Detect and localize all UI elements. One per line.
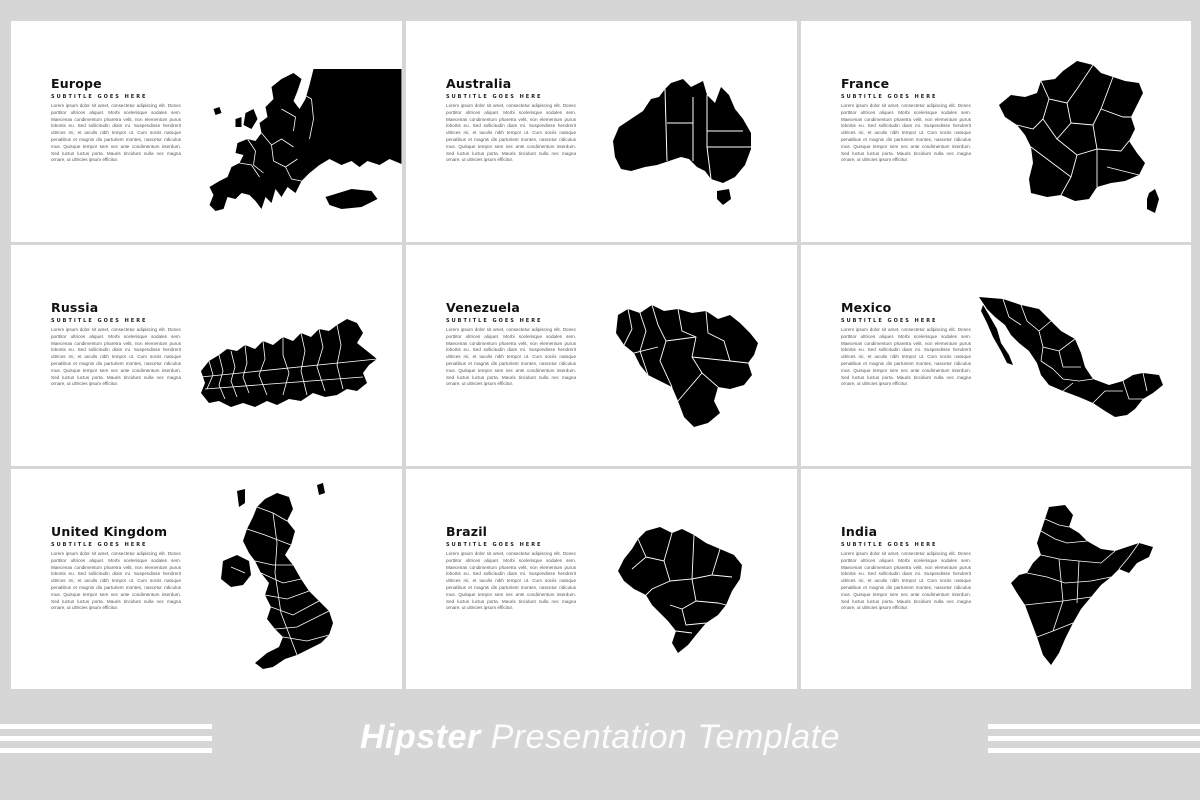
mexico-map-icon [977,295,1167,425]
india-map-icon [1007,503,1157,669]
slide-russia[interactable]: Russia SUBTITLE GOES HERE Lorem ipsum do… [11,245,402,466]
slide-title: Mexico [841,300,892,315]
slide-subtitle: SUBTITLE GOES HERE [446,318,543,324]
australia-map-icon [611,75,756,207]
slide-title: France [841,76,890,91]
slide-text-block: Venezuela SUBTITLE GOES HERE Lorem ipsum… [446,301,576,388]
slide-text-block: Russia SUBTITLE GOES HERE Lorem ipsum do… [51,301,181,388]
footer-banner: Hipster Presentation Template [0,690,1200,800]
slide-brazil[interactable]: Brazil SUBTITLE GOES HERE Lorem ipsum do… [406,469,797,689]
slide-text-block: United Kingdom SUBTITLE GOES HERE Lorem … [51,525,181,612]
decorative-stripes-right [988,724,1200,754]
slide-body-text: Lorem ipsum dolor sit amet, consectetur … [51,327,181,387]
slide-subtitle: SUBTITLE GOES HERE [841,94,938,100]
slide-title: India [841,524,878,539]
slide-title: Russia [51,300,99,315]
slide-title: Europe [51,76,102,91]
slide-body-text: Lorem ipsum dolor sit amet, consectetur … [51,103,181,163]
slide-france[interactable]: France SUBTITLE GOES HERE Lorem ipsum do… [801,21,1191,242]
slide-subtitle: SUBTITLE GOES HERE [841,542,938,548]
slide-body-text: Lorem ipsum dolor sit amet, consectetur … [446,103,576,163]
slide-title: Brazil [446,524,488,539]
slide-australia[interactable]: Australia SUBTITLE GOES HERE Lorem ipsum… [406,21,797,242]
france-map-icon [997,59,1163,217]
slide-subtitle: SUBTITLE GOES HERE [51,318,148,324]
slide-title: United Kingdom [51,524,168,539]
venezuela-map-icon [612,301,762,429]
slide-text-block: Brazil SUBTITLE GOES HERE Lorem ipsum do… [446,525,576,612]
slide-text-block: France SUBTITLE GOES HERE Lorem ipsum do… [841,77,971,164]
united-kingdom-map-icon [217,483,347,679]
slide-body-text: Lorem ipsum dolor sit amet, consectetur … [446,551,576,611]
slide-subtitle: SUBTITLE GOES HERE [446,94,543,100]
slide-venezuela[interactable]: Venezuela SUBTITLE GOES HERE Lorem ipsum… [406,245,797,466]
slide-text-block: Australia SUBTITLE GOES HERE Lorem ipsum… [446,77,576,164]
slide-text-block: Mexico SUBTITLE GOES HERE Lorem ipsum do… [841,301,971,388]
slide-mexico[interactable]: Mexico SUBTITLE GOES HERE Lorem ipsum do… [801,245,1191,466]
slide-united-kingdom[interactable]: United Kingdom SUBTITLE GOES HERE Lorem … [11,469,402,689]
slide-subtitle: SUBTITLE GOES HERE [51,94,148,100]
slide-subtitle: SUBTITLE GOES HERE [446,542,543,548]
slide-europe[interactable]: Europe SUBTITLE GOES HERE Lorem ipsum do… [11,21,402,242]
slide-body-text: Lorem ipsum dolor sit amet, consectetur … [841,551,971,611]
brazil-map-icon [616,525,746,655]
footer-title-strong: Hipster [359,718,481,756]
slide-body-text: Lorem ipsum dolor sit amet, consectetur … [841,327,971,387]
slide-body-text: Lorem ipsum dolor sit amet, consectetur … [51,551,181,611]
russia-map-icon [197,315,379,411]
slide-title: Venezuela [446,300,521,315]
europe-map-icon [201,69,402,217]
slide-subtitle: SUBTITLE GOES HERE [51,542,148,548]
slide-body-text: Lorem ipsum dolor sit amet, consectetur … [446,327,576,387]
slide-text-block: Europe SUBTITLE GOES HERE Lorem ipsum do… [51,77,181,164]
slide-body-text: Lorem ipsum dolor sit amet, consectetur … [841,103,971,163]
slide-india[interactable]: India SUBTITLE GOES HERE Lorem ipsum dol… [801,469,1191,689]
slide-grid: Europe SUBTITLE GOES HERE Lorem ipsum do… [11,21,1191,689]
slide-subtitle: SUBTITLE GOES HERE [841,318,938,324]
slide-title: Australia [446,76,512,91]
footer-title-light: Presentation Template [490,718,841,756]
slide-text-block: India SUBTITLE GOES HERE Lorem ipsum dol… [841,525,971,612]
